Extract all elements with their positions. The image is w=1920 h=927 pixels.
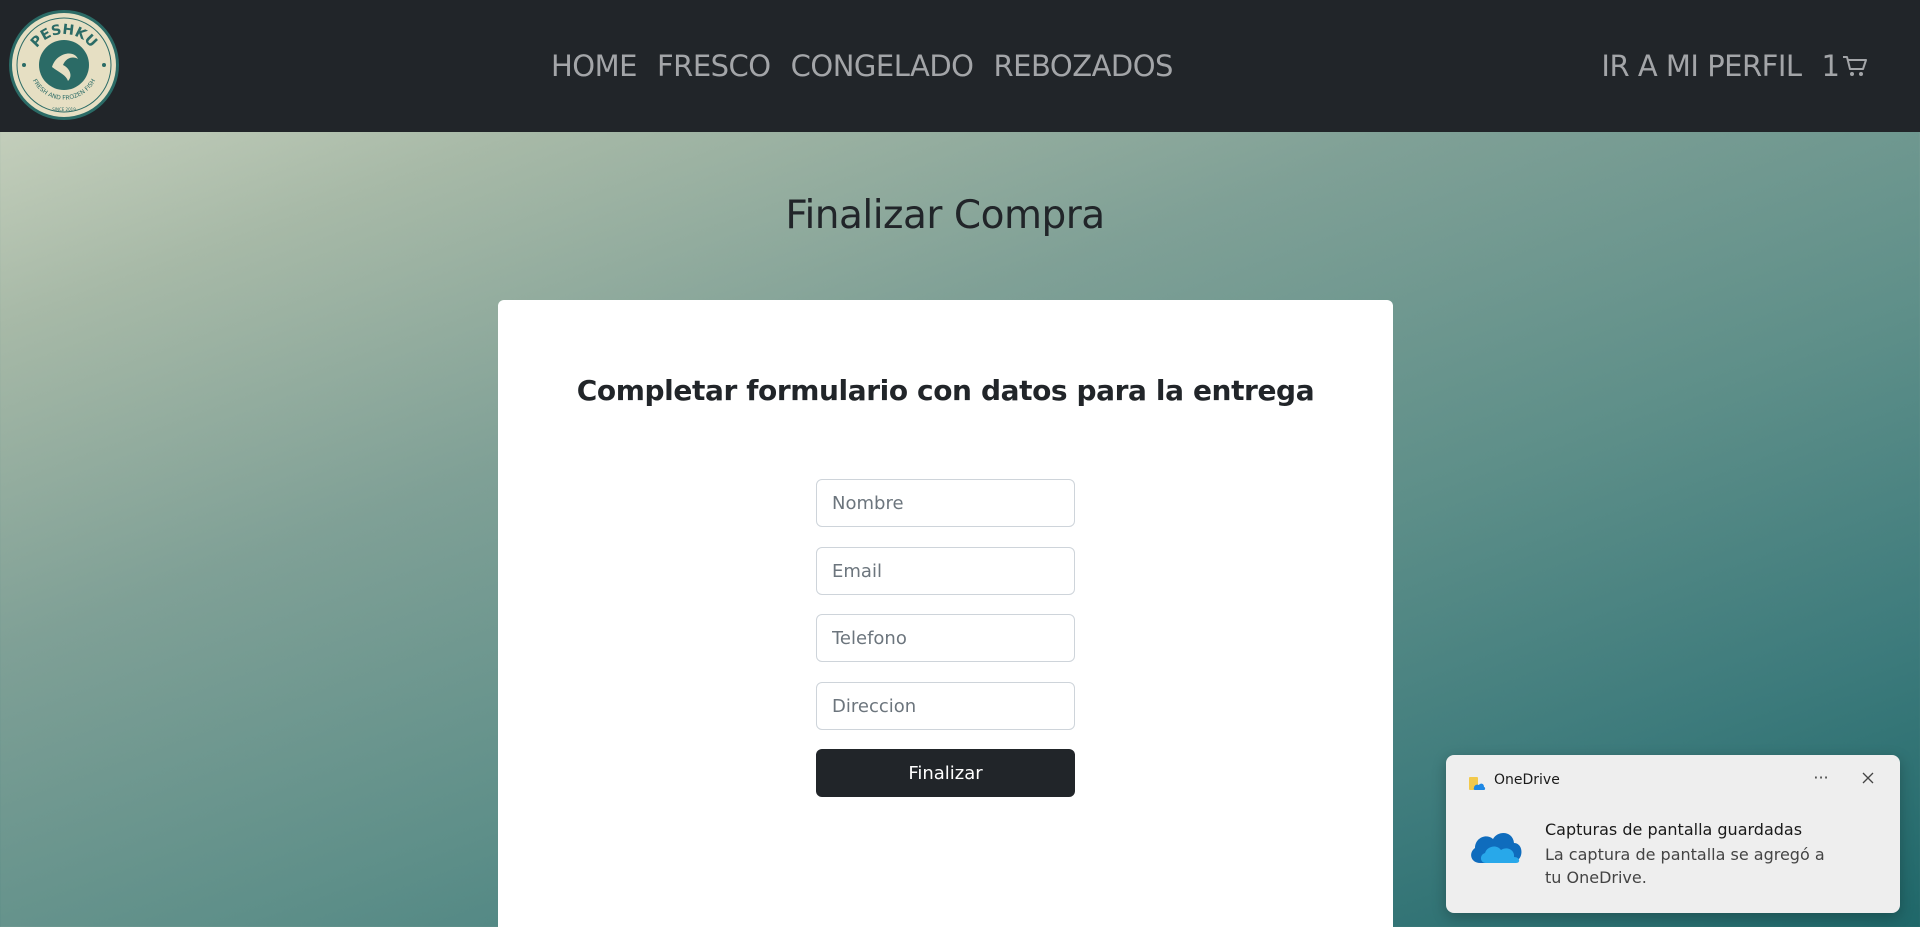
toast-body: La captura de pantalla se agregó a tu On… [1545, 845, 1825, 887]
nav-rebozados[interactable]: REBOZADOS [994, 49, 1174, 83]
toast-title: Capturas de pantalla guardadas [1545, 820, 1803, 839]
navbar: PESHKU FRESH AND FROZEN FISH SINCE 2019 … [0, 0, 1920, 132]
onedrive-notification[interactable]: OneDrive ··· Capturas de pantalla guarda… [1446, 755, 1900, 913]
page-title: Finalizar Compra [785, 193, 1105, 238]
cart-button[interactable]: 1 [1822, 49, 1868, 83]
main-nav: HOME FRESCO CONGELADO REBOZADOS [551, 0, 1173, 132]
nav-right: IR A MI PERFIL 1 [1601, 0, 1868, 132]
onedrive-cloud-icon [1471, 833, 1522, 863]
nav-home[interactable]: HOME [551, 49, 637, 83]
cart-count: 1 [1821, 49, 1840, 83]
nav-profile[interactable]: IR A MI PERFIL [1601, 49, 1802, 83]
direccion-field[interactable] [816, 682, 1075, 730]
telefono-field[interactable] [816, 614, 1075, 662]
toast-app-name: OneDrive [1494, 772, 1560, 788]
nav-fresco[interactable]: FRESCO [657, 49, 771, 83]
more-options-icon[interactable]: ··· [1806, 765, 1836, 791]
logo-since: SINCE 2019 [52, 107, 76, 112]
cart-icon [1843, 56, 1867, 76]
onedrive-app-icon [1469, 777, 1486, 790]
finalizar-button[interactable]: Finalizar [816, 749, 1075, 797]
brand-logo[interactable]: PESHKU FRESH AND FROZEN FISH SINCE 2019 [8, 9, 120, 121]
nombre-field[interactable] [816, 479, 1075, 527]
form-title: Completar formulario con datos para la e… [576, 374, 1315, 407]
checkout-card: Completar formulario con datos para la e… [498, 300, 1393, 927]
close-icon[interactable] [1853, 765, 1883, 791]
nav-congelado[interactable]: CONGELADO [791, 49, 974, 83]
email-field[interactable] [816, 547, 1075, 595]
